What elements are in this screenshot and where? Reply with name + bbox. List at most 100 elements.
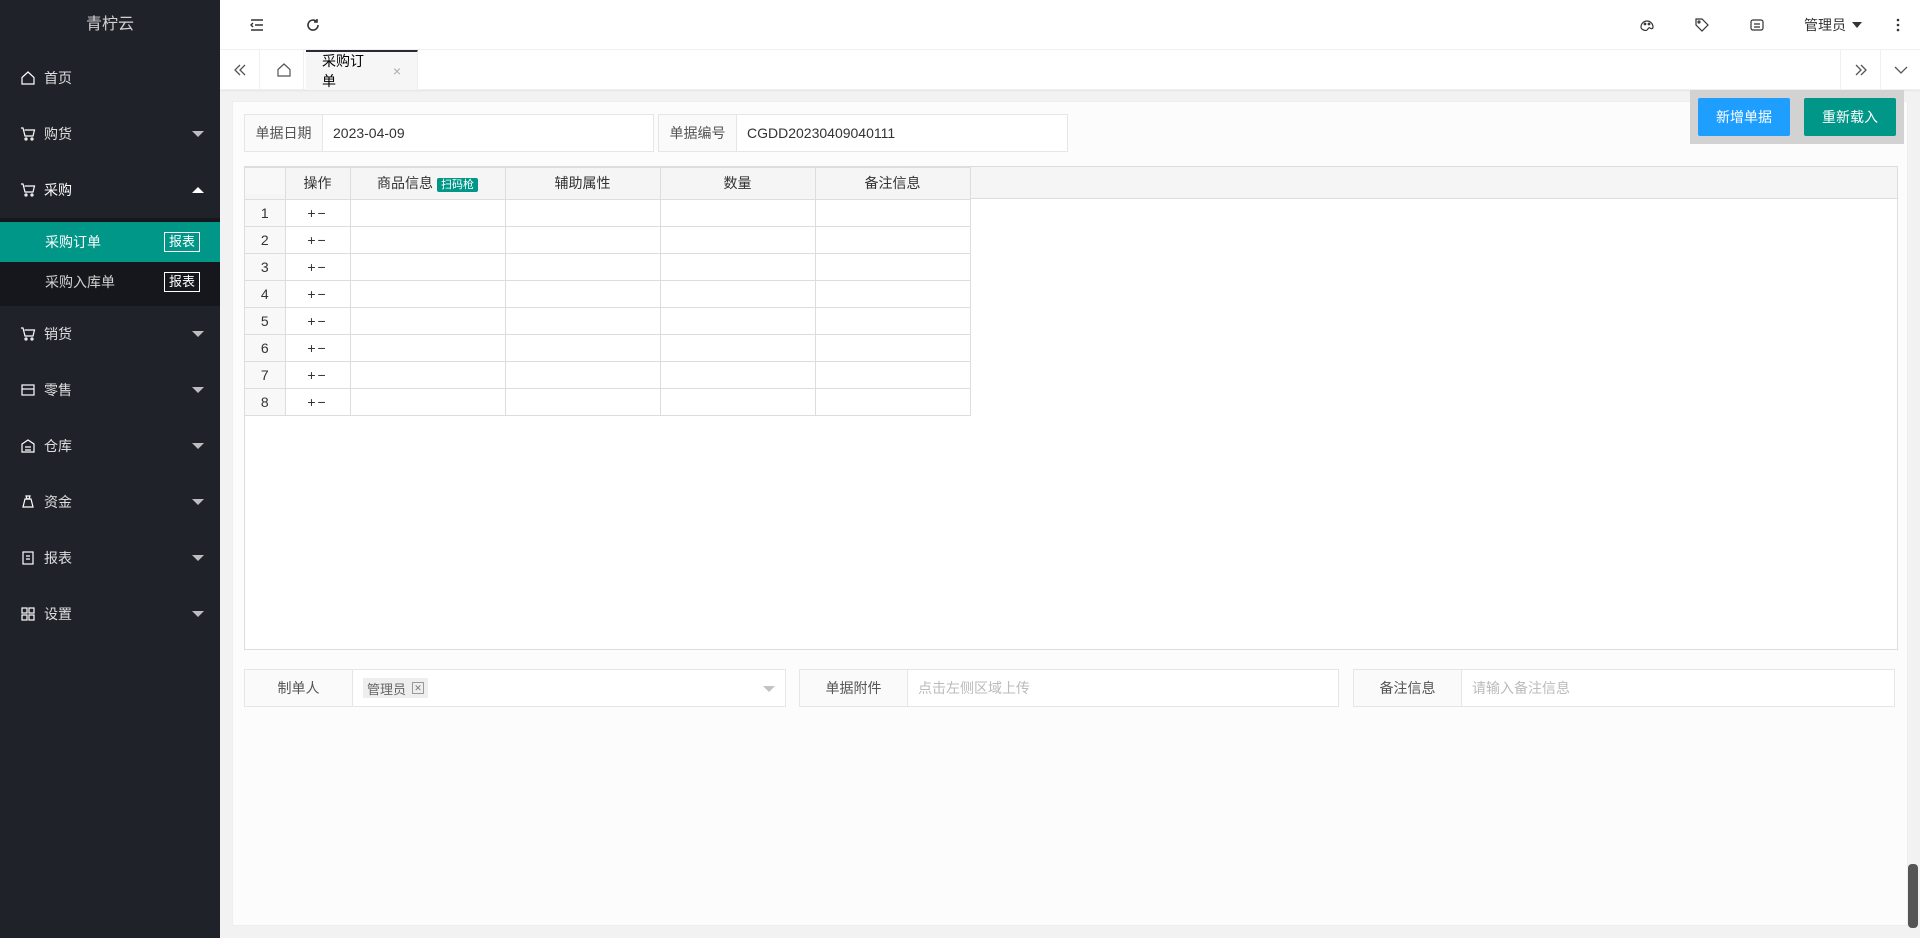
menu-report-label: 报表 <box>44 550 72 566</box>
sidebar-item-purchase-order[interactable]: 采购订单 报表 <box>0 222 220 262</box>
menu-report[interactable]: 报表 <box>0 530 220 586</box>
chevron-down-icon <box>192 499 204 505</box>
top-header: 管理员 <box>220 0 1920 50</box>
report-tag[interactable]: 报表 <box>163 232 200 252</box>
tag-icon[interactable] <box>1687 0 1717 50</box>
scrollbar[interactable] <box>1908 864 1918 928</box>
cell-product[interactable] <box>349 225 506 254</box>
cell-quantity[interactable] <box>659 333 816 362</box>
cell-quantity[interactable] <box>659 225 816 254</box>
date-field[interactable]: 单据日期 2023-04-09 <box>244 114 654 152</box>
cell-quantity[interactable] <box>659 306 816 335</box>
menu-retail-label: 零售 <box>44 382 72 398</box>
row-number: 5 <box>245 306 286 335</box>
report-tag[interactable]: 报表 <box>163 272 200 292</box>
remove-chip-icon[interactable]: ✕ <box>412 682 425 694</box>
chevron-down-icon <box>192 331 204 337</box>
remark-field[interactable]: 备注信息 请输入备注信息 <box>1353 669 1895 707</box>
cell-remark[interactable] <box>814 252 971 281</box>
row-add-remove-buttons[interactable]: +− <box>284 279 351 308</box>
grid-icon <box>20 606 36 622</box>
menu-funds[interactable]: 资金 <box>0 474 220 530</box>
more-icon[interactable] <box>1888 0 1908 50</box>
grid-header-fill <box>969 167 1897 199</box>
remark-input[interactable]: 请输入备注信息 <box>1462 670 1894 706</box>
cell-attribute[interactable] <box>504 306 661 335</box>
order-no-input[interactable]: CGDD20230409040111 <box>737 115 1067 151</box>
cell-quantity[interactable] <box>659 360 816 389</box>
chevron-down-icon[interactable] <box>1880 50 1920 90</box>
order-no-field[interactable]: 单据编号 CGDD20230409040111 <box>658 114 1068 152</box>
cell-product[interactable] <box>349 198 506 227</box>
cell-product[interactable] <box>349 333 506 362</box>
maker-select[interactable]: 管理员 ✕ <box>353 670 785 706</box>
menu-retail[interactable]: 零售 <box>0 362 220 418</box>
date-input[interactable]: 2023-04-09 <box>323 115 653 151</box>
cell-remark[interactable] <box>814 333 971 362</box>
warehouse-icon <box>20 438 36 454</box>
row-number: 1 <box>245 198 286 227</box>
row-add-remove-buttons[interactable]: +− <box>284 225 351 254</box>
cell-remark[interactable] <box>814 306 971 335</box>
cell-product[interactable] <box>349 279 506 308</box>
user-menu[interactable]: 管理员 <box>1804 0 1862 50</box>
menu-settings[interactable]: 设置 <box>0 586 220 642</box>
tab-scroll-left-icon[interactable] <box>220 50 260 90</box>
collapse-menu-icon[interactable] <box>242 0 272 50</box>
menu-goods[interactable]: 购货 <box>0 106 220 162</box>
cell-attribute[interactable] <box>504 225 661 254</box>
cell-attribute[interactable] <box>504 333 661 362</box>
close-icon[interactable]: × <box>393 63 401 79</box>
new-order-button[interactable]: 新增单据 <box>1698 98 1790 136</box>
cell-remark[interactable] <box>814 387 971 416</box>
table-row: 3 +− <box>245 252 971 281</box>
store-icon <box>20 382 36 398</box>
tab-scroll-right-icon[interactable] <box>1840 50 1880 90</box>
cell-product[interactable] <box>349 306 506 335</box>
maker-chip-label: 管理员 <box>367 681 407 697</box>
row-add-remove-buttons[interactable]: +− <box>284 306 351 335</box>
row-add-remove-buttons[interactable]: +− <box>284 252 351 281</box>
cell-quantity[interactable] <box>659 252 816 281</box>
attachment-field[interactable]: 单据附件 点击左侧区域上传 <box>799 669 1339 707</box>
row-add-remove-buttons[interactable]: +− <box>284 360 351 389</box>
items-table: 操作 商品信息 扫码枪 辅助属性 数量 备注信息 1 +− 2 +− 3 +− 4 +− 5 +− 6… <box>245 167 971 416</box>
row-add-remove-buttons[interactable]: +− <box>284 333 351 362</box>
menu-purchase-label: 采购 <box>44 182 72 198</box>
cell-attribute[interactable] <box>504 252 661 281</box>
cell-product[interactable] <box>349 252 506 281</box>
menu-home[interactable]: 首页 <box>0 50 220 106</box>
reload-button[interactable]: 重新载入 <box>1804 98 1896 136</box>
menu-sales[interactable]: 销货 <box>0 306 220 362</box>
menu-purchase[interactable]: 采购 <box>0 162 220 218</box>
attachment-label[interactable]: 单据附件 <box>800 670 908 706</box>
cell-remark[interactable] <box>814 225 971 254</box>
footer-cell <box>814 167 971 194</box>
attachment-input[interactable]: 点击左侧区域上传 <box>908 670 1338 706</box>
cell-remark[interactable] <box>814 279 971 308</box>
message-icon[interactable] <box>1742 0 1772 50</box>
row-add-remove-buttons[interactable]: +− <box>284 387 351 416</box>
cell-attribute[interactable] <box>504 360 661 389</box>
order-no-label: 单据编号 <box>659 115 737 151</box>
row-number: 8 <box>245 387 286 416</box>
select-arrow-icon[interactable] <box>763 686 775 692</box>
cell-attribute[interactable] <box>504 279 661 308</box>
cell-quantity[interactable] <box>659 387 816 416</box>
refresh-icon[interactable] <box>298 0 328 50</box>
sidebar-item-purchase-inbound[interactable]: 采购入库单 报表 <box>0 262 220 302</box>
cell-product[interactable] <box>349 360 506 389</box>
cell-remark[interactable] <box>814 198 971 227</box>
cell-attribute[interactable] <box>504 387 661 416</box>
theme-icon[interactable] <box>1632 0 1662 50</box>
maker-field[interactable]: 制单人 管理员 ✕ <box>244 669 786 707</box>
cell-product[interactable] <box>349 387 506 416</box>
cell-quantity[interactable] <box>659 198 816 227</box>
cell-remark[interactable] <box>814 360 971 389</box>
row-add-remove-buttons[interactable]: +− <box>284 198 351 227</box>
tab-purchase-order[interactable]: 采购订单 × <box>306 50 418 90</box>
cell-attribute[interactable] <box>504 198 661 227</box>
menu-warehouse[interactable]: 仓库 <box>0 418 220 474</box>
cell-quantity[interactable] <box>659 279 816 308</box>
home-tab-icon[interactable] <box>264 50 304 90</box>
